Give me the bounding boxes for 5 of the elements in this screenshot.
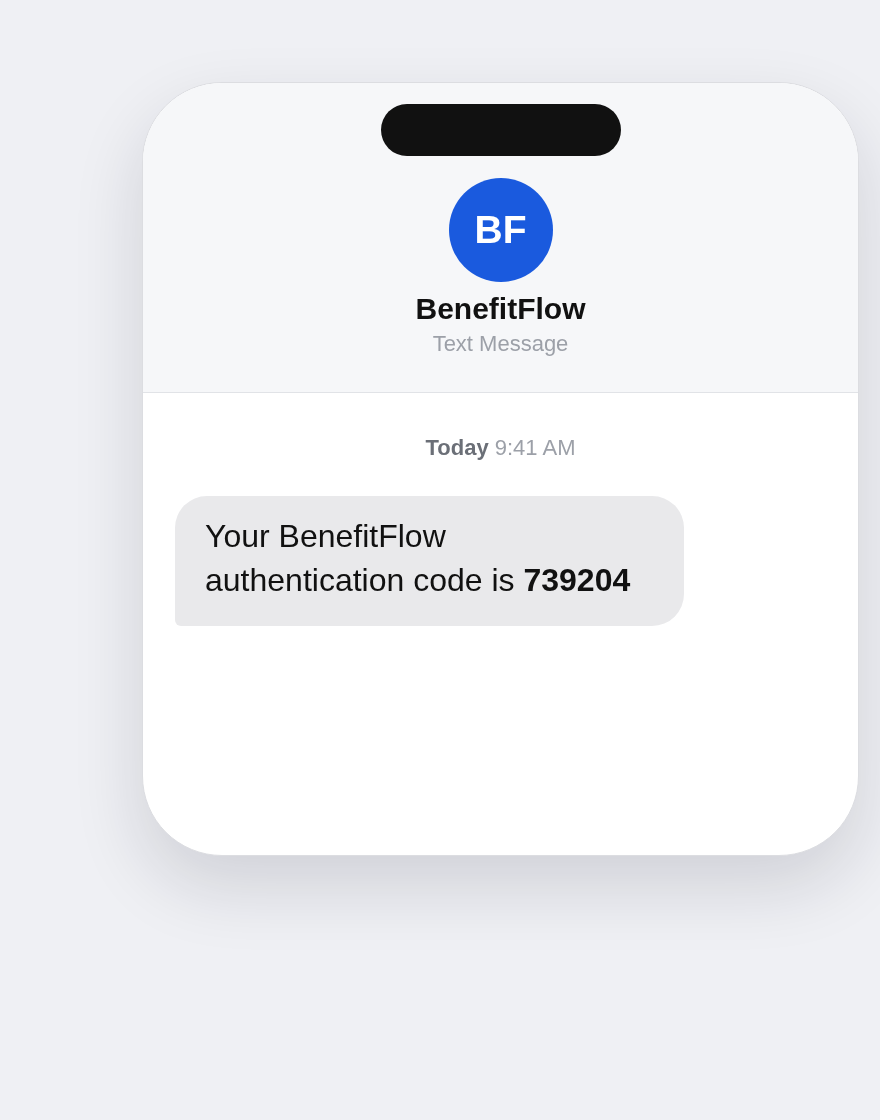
timestamp: Today 9:41 AM [425, 435, 576, 461]
contact-avatar: BF [448, 178, 553, 282]
contact-name: BenefitFlow [415, 292, 586, 326]
message-type-label: Text Message [432, 331, 569, 357]
message-bubble: Your BenefitFlow authentication code is 739204 [175, 496, 684, 626]
